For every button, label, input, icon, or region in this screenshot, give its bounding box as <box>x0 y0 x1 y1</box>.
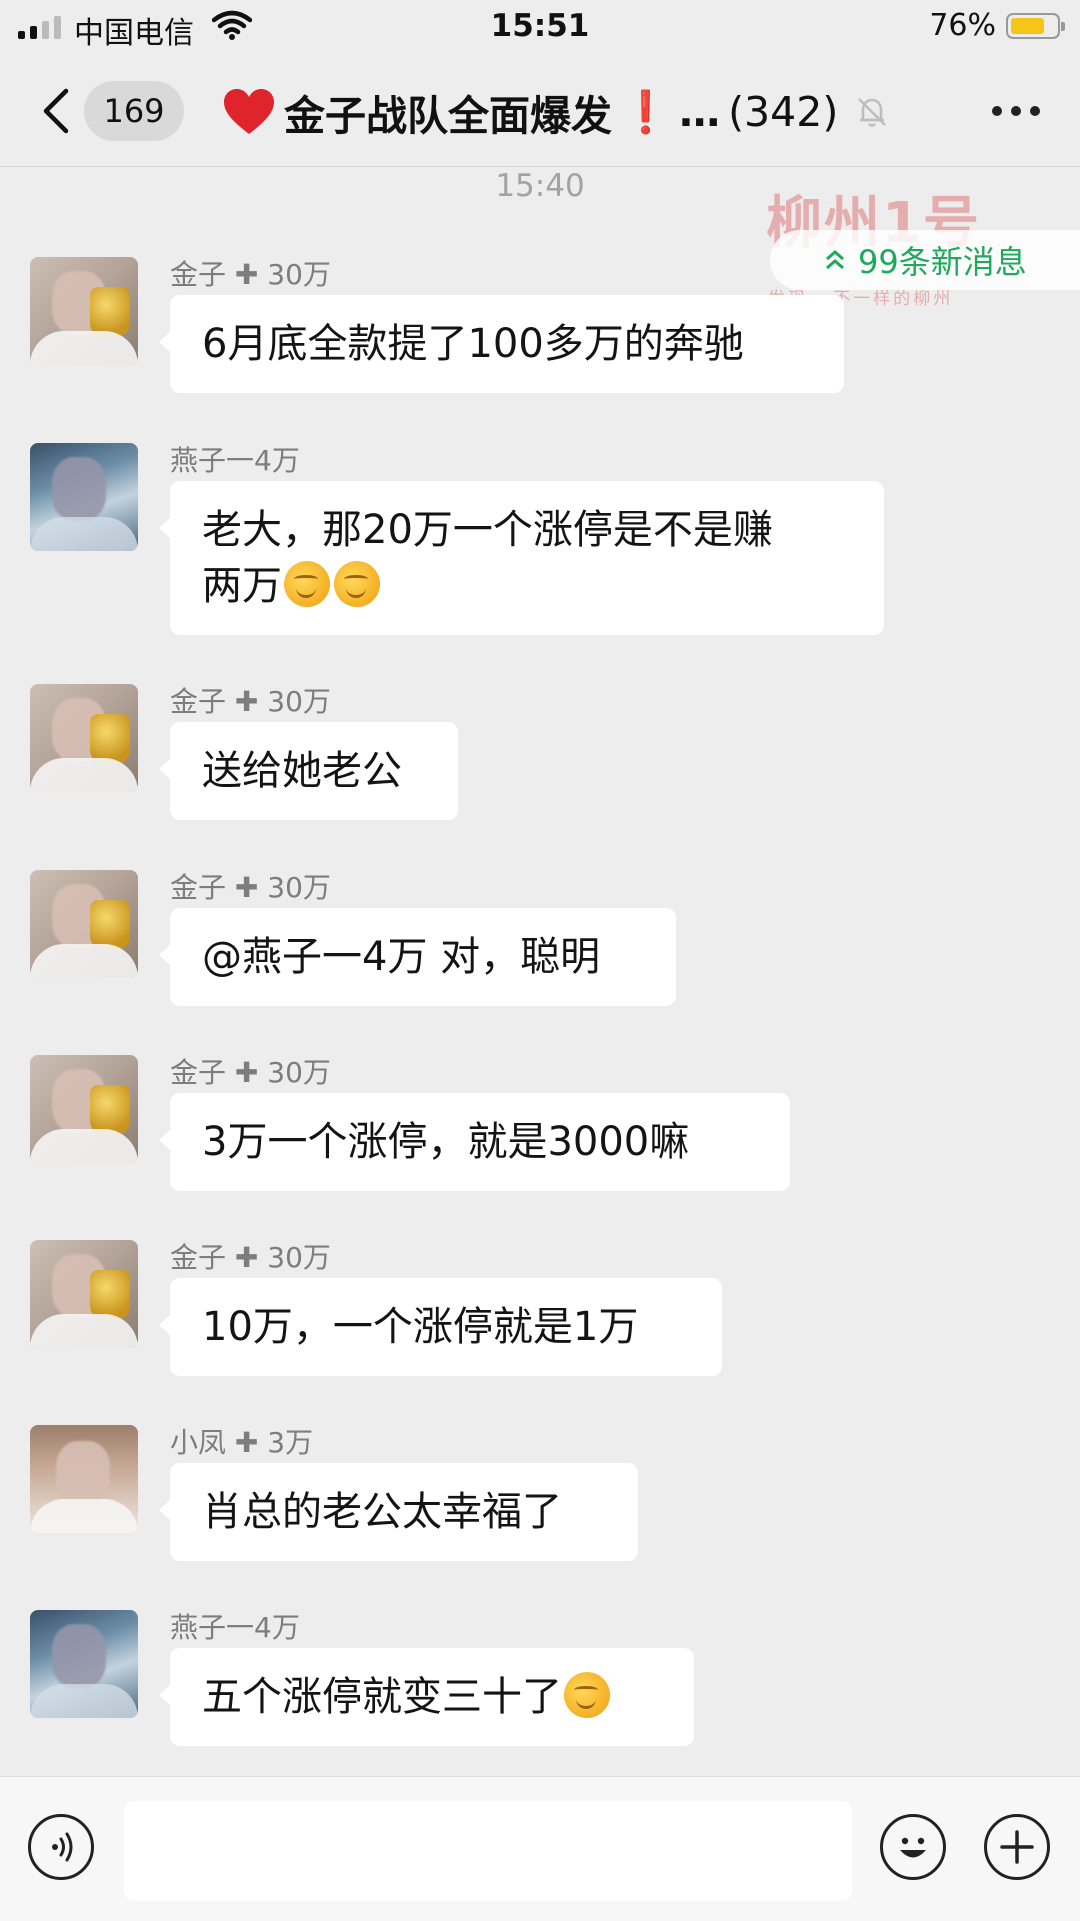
battery-icon <box>1006 13 1065 39</box>
avatar[interactable] <box>30 1240 138 1348</box>
thinking-face-icon <box>334 561 380 607</box>
message-bubble[interactable]: 老大，那20万一个涨停是不是赚 两万 <box>159 481 884 635</box>
message-text: 10万，一个涨停就是1万 <box>202 1304 639 1350</box>
double-chevron-up-icon <box>826 250 844 270</box>
avatar[interactable] <box>30 684 138 792</box>
sender-name: 燕子一4万 <box>170 444 300 477</box>
message-bubble[interactable]: 3万一个涨停，就是3000嘛 <box>159 1093 790 1191</box>
sender-name: 燕子一4万 <box>170 1611 300 1644</box>
new-messages-button[interactable]: 99条新消息 <box>770 230 1080 290</box>
more-dots-icon[interactable] <box>992 106 1040 116</box>
message-text: 送给她老公 <box>202 748 402 794</box>
avatar[interactable] <box>30 257 138 365</box>
voice-input-icon[interactable] <box>28 1814 94 1880</box>
sender-name: 金子 ✚ 30万 <box>170 871 331 904</box>
avatar[interactable] <box>30 1610 138 1718</box>
avatar[interactable] <box>30 1425 138 1533</box>
new-messages-label: 99条新消息 <box>858 243 1027 281</box>
sender-name: 金子 ✚ 30万 <box>170 1056 331 1089</box>
avatar[interactable] <box>30 1055 138 1163</box>
battery-fill <box>1011 18 1044 34</box>
sender-name: 金子 ✚ 30万 <box>170 685 331 718</box>
title-ellipsis: … <box>679 88 721 136</box>
red-heart-icon <box>224 89 274 134</box>
message-bubble[interactable]: 10万，一个涨停就是1万 <box>159 1278 722 1376</box>
message-bubble[interactable]: 6月底全款提了100多万的奔驰 <box>159 295 844 393</box>
plus-circle-icon[interactable] <box>984 1814 1050 1880</box>
message-text: 老大，那20万一个涨停是不是赚 <box>202 507 773 553</box>
message-text: 6月底全款提了100多万的奔驰 <box>202 321 744 367</box>
avatar[interactable] <box>30 870 138 978</box>
message-input[interactable] <box>124 1801 852 1901</box>
message-bubble[interactable]: 肖总的老公太幸福了 <box>159 1463 638 1561</box>
message-text: 两万 <box>202 563 282 609</box>
chat-header: 169 金子战队全面爆发 ❗ … (342) <box>0 56 1080 167</box>
thinking-face-icon <box>564 1672 610 1718</box>
member-count: (342) <box>728 88 839 136</box>
message-bubble[interactable]: @燕子一4万 对，聪明 <box>159 908 676 1006</box>
chat-title-text: 金子战队全面爆发 <box>284 92 612 140</box>
chevron-left-icon[interactable] <box>36 86 80 136</box>
battery-percent: 76% <box>929 8 996 43</box>
status-time: 15:51 <box>490 8 590 44</box>
message-text: 肖总的老公太幸福了 <box>202 1489 562 1535</box>
message-bubble[interactable]: 送给她老公 <box>159 722 458 820</box>
unread-count-badge[interactable]: 169 <box>84 81 184 141</box>
chat-title[interactable]: 金子战队全面爆发 ❗ … (342) <box>222 82 912 142</box>
status-bar: 中国电信 15:51 76% <box>0 0 1080 56</box>
exclamation-icon: ❗ <box>620 87 672 136</box>
sender-name: 金子 ✚ 30万 <box>170 258 331 291</box>
input-bar <box>0 1776 1080 1921</box>
sender-name: 金子 ✚ 30万 <box>170 1241 331 1274</box>
bell-muted-icon <box>858 98 887 127</box>
message-text: 3万一个涨停，就是3000嘛 <box>202 1119 690 1165</box>
message-bubble[interactable]: 五个涨停就变三十了 <box>159 1648 694 1746</box>
avatar[interactable] <box>30 443 138 551</box>
message-text: 五个涨停就变三十了 <box>202 1674 562 1720</box>
message-text: @燕子一4万 对，聪明 <box>202 934 601 980</box>
thinking-face-icon <box>284 561 330 607</box>
sender-name: 小凤 ✚ 3万 <box>170 1426 314 1459</box>
emoji-smile-icon[interactable] <box>880 1814 946 1880</box>
